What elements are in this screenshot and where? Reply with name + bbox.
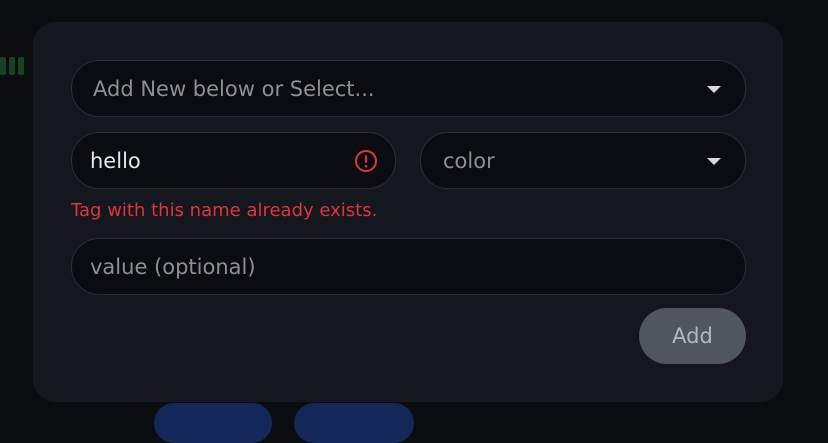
error-circle-icon [355, 149, 377, 172]
chevron-down-icon [707, 85, 721, 93]
tag-select[interactable]: Add New below or Select... [71, 60, 746, 117]
tag-select-placeholder: Add New below or Select... [93, 76, 375, 101]
background-status-indicator [0, 57, 28, 77]
tag-value-placeholder: value (optional) [90, 254, 256, 279]
color-select[interactable]: color [420, 132, 746, 189]
tag-value-input[interactable]: value (optional) [71, 238, 746, 295]
tag-name-input[interactable]: hello [71, 132, 396, 189]
chevron-down-icon [707, 157, 721, 165]
tag-name-value: hello [90, 148, 141, 173]
background-button [294, 403, 414, 443]
name-error-message: Tag with this name already exists. [71, 200, 378, 221]
color-select-placeholder: color [443, 148, 495, 173]
background-button [154, 403, 272, 443]
add-button[interactable]: Add [639, 308, 746, 364]
